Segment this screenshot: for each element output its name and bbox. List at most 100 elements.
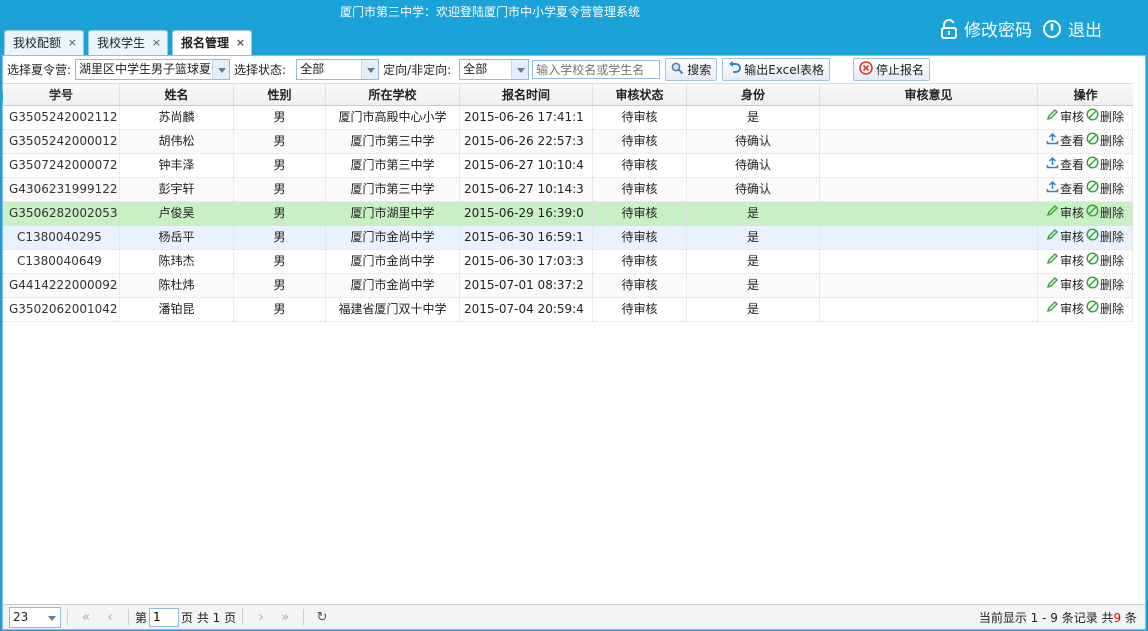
delete-button[interactable]: 删除 (1086, 250, 1124, 273)
tab-label: 报名管理 (181, 36, 230, 50)
table-row[interactable]: G3505242000012 胡伟松男厦门市第三中学 2015-06-26 22:5… (3, 130, 1133, 154)
logout-button[interactable]: 退出 (1042, 16, 1102, 41)
cell-review-status: 待审核 (593, 226, 687, 249)
view-button[interactable]: 查看 (1046, 154, 1084, 177)
prev-page-icon[interactable]: ‹ (98, 610, 122, 625)
camp-select[interactable]: 湖里区中学生男子篮球夏令营 (75, 59, 231, 80)
column-header-identity[interactable]: 身份 (687, 84, 820, 105)
cell-name: 钟丰泽 (120, 154, 234, 177)
tab-label: 我校学生 (97, 36, 146, 50)
action-label: 审核 (1060, 230, 1085, 244)
column-header-school[interactable]: 所在学校 (326, 84, 460, 105)
chevron-down-icon (43, 607, 60, 627)
action-label: 查看 (1060, 182, 1085, 196)
cell-name: 陈杜炜 (120, 274, 234, 297)
cell-school: 福建省厦门双十中学 (326, 298, 460, 321)
column-header-registration-time[interactable]: 报名时间 (460, 84, 593, 105)
column-header-review-status[interactable]: 审核状态 (593, 84, 687, 105)
change-password-label: 修改密码 (964, 21, 1032, 41)
search-input[interactable] (532, 60, 661, 79)
review-button[interactable]: 审核 (1046, 298, 1084, 321)
action-label: 审核 (1060, 254, 1085, 268)
tab-school-quota[interactable]: 我校配额 × (4, 30, 85, 55)
cell-registration-time: 2015-06-29 16:39:0 (460, 202, 593, 225)
last-page-icon[interactable]: » (273, 610, 297, 625)
review-button[interactable]: 审核 (1046, 226, 1084, 249)
column-header-review-opinion[interactable]: 审核意见 (820, 84, 1038, 105)
table-row[interactable]: G4414222000092 陈杜炜男厦门市金尚中学 2015-07-01 08:3… (3, 274, 1133, 298)
close-icon[interactable]: × (236, 30, 245, 55)
review-button[interactable]: 审核 (1046, 202, 1084, 225)
tab-strip: 我校配额 × 我校学生 × 报名管理 × (4, 30, 253, 55)
view-button[interactable]: 查看 (1046, 130, 1084, 153)
cell-gender: 男 (234, 178, 326, 201)
review-button[interactable]: 审核 (1046, 250, 1084, 273)
cell-actions: 审核 删除 (1038, 226, 1133, 249)
top-bar: 厦门市第三中学：欢迎登陆厦门市中小学夏令营管理系统 修改密码 退出 我校配额 ×… (0, 0, 1148, 56)
close-icon[interactable]: × (68, 30, 77, 55)
search-button[interactable]: 搜索 (665, 58, 718, 81)
cell-identity: 是 (687, 298, 820, 321)
delete-button[interactable]: 删除 (1086, 106, 1124, 129)
table-row[interactable]: G3505242002112 苏尚麟男厦门市高殿中心小学 2015-06-26 17… (3, 106, 1133, 130)
action-label: 查看 (1060, 134, 1085, 148)
vertical-scrollbar[interactable] (1133, 83, 1145, 628)
cell-student-id: G3507242000072 (3, 154, 120, 177)
table-row[interactable]: G3506282002053 卢俊昊男厦门市湖里中学 2015-06-29 16:3… (3, 202, 1133, 226)
action-label: 删除 (1100, 278, 1125, 292)
delete-icon (1086, 106, 1099, 129)
column-header-gender[interactable]: 性别 (234, 84, 326, 105)
delete-icon (1086, 250, 1099, 273)
table-row[interactable]: C1380040649 陈玮杰男厦门市金尚中学 2015-06-30 17:03:3… (3, 250, 1133, 274)
table-row[interactable]: G4306231999122 彭宇轩男厦门市第三中学 2015-06-27 10:1… (3, 178, 1133, 202)
close-icon[interactable]: × (152, 30, 161, 55)
column-header-name[interactable]: 姓名 (120, 84, 234, 105)
top-actions: 修改密码 退出 (940, 16, 1102, 41)
targeted-select[interactable]: 全部 (459, 59, 530, 80)
review-button[interactable]: 审核 (1046, 274, 1084, 297)
stop-registration-button[interactable]: 停止报名 (853, 58, 931, 81)
cell-review-status: 待审核 (593, 202, 687, 225)
cell-review-status: 待审核 (593, 154, 687, 177)
delete-button[interactable]: 删除 (1086, 298, 1124, 321)
tab-school-students[interactable]: 我校学生 × (88, 30, 169, 55)
table-row[interactable]: G3502062001042 潘铂昆男福建省厦门双十中学 2015-07-04 20… (3, 298, 1133, 322)
review-button[interactable]: 审核 (1046, 106, 1084, 129)
stop-registration-label: 停止报名 (876, 63, 925, 77)
cell-gender: 男 (234, 106, 326, 129)
export-excel-button[interactable]: 输出Excel表格 (722, 58, 830, 81)
delete-button[interactable]: 删除 (1086, 178, 1124, 201)
cell-registration-time: 2015-06-26 17:41:1 (460, 106, 593, 129)
camp-select-value: 湖里区中学生男子篮球夏令营 (79, 62, 231, 76)
delete-button[interactable]: 删除 (1086, 154, 1124, 177)
chevron-down-icon (361, 60, 379, 79)
delete-button[interactable]: 删除 (1086, 274, 1124, 297)
table-row[interactable]: C1380040295 杨岳平男厦门市金尚中学 2015-06-30 16:59:1… (3, 226, 1133, 250)
cell-gender: 男 (234, 202, 326, 225)
table-row[interactable]: G3507242000072 钟丰泽男厦门市第三中学 2015-06-27 10:1… (3, 154, 1133, 178)
column-header-actions[interactable]: 操作 (1038, 84, 1133, 105)
refresh-icon[interactable]: ↻ (310, 610, 334, 625)
delete-icon (1086, 178, 1099, 201)
change-password-button[interactable]: 修改密码 (940, 16, 1032, 41)
delete-icon (1086, 298, 1099, 321)
page-number-input[interactable] (149, 607, 180, 627)
next-page-icon[interactable]: › (249, 610, 273, 625)
record-info-prefix: 当前显示 1 - 9 条记录 共 (978, 610, 1114, 625)
record-info: 当前显示 1 - 9 条记录 共9 条 (979, 609, 1137, 626)
delete-button[interactable]: 删除 (1086, 226, 1124, 249)
column-header-student-id[interactable]: 学号 (3, 84, 120, 105)
delete-button[interactable]: 删除 (1086, 130, 1124, 153)
view-button[interactable]: 查看 (1046, 178, 1084, 201)
tab-registration-management[interactable]: 报名管理 × (172, 30, 253, 55)
cell-identity: 是 (687, 250, 820, 273)
status-select[interactable]: 全部 (296, 59, 380, 80)
page-size-select[interactable]: 23 (9, 606, 61, 628)
cell-gender: 男 (234, 130, 326, 153)
delete-button[interactable]: 删除 (1086, 202, 1124, 225)
camp-label: 选择夏令营: (7, 63, 72, 77)
first-page-icon[interactable]: « (74, 610, 98, 625)
cell-school: 厦门市金尚中学 (326, 274, 460, 297)
cell-school: 厦门市第三中学 (326, 130, 460, 153)
power-icon (1042, 19, 1062, 39)
